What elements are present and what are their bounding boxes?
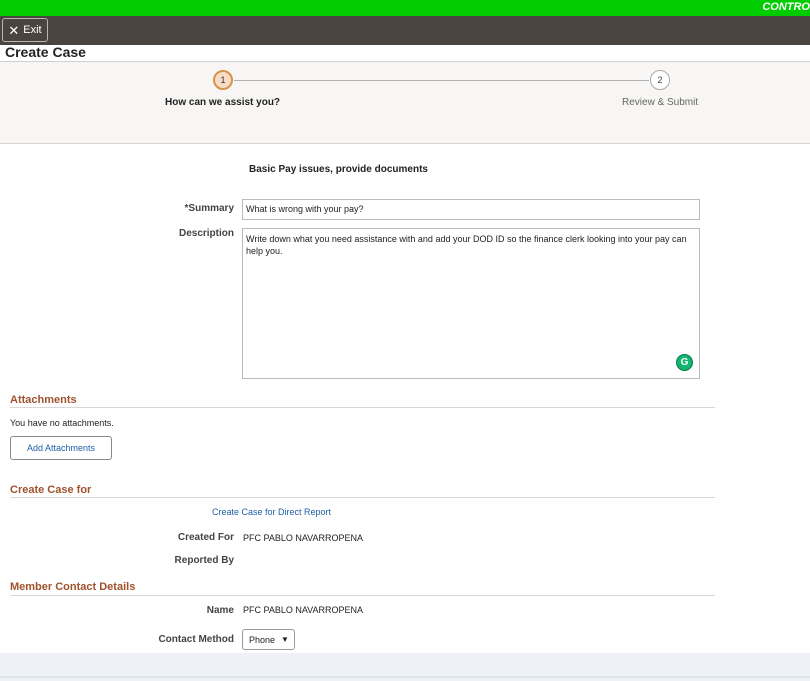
name-label: Name bbox=[206, 605, 234, 616]
step-1-label: How can we assist you? bbox=[165, 97, 281, 108]
step-2-label: Review & Submit bbox=[622, 97, 699, 108]
attachments-title: Attachments bbox=[10, 394, 77, 406]
contact-method-select[interactable]: Phone ▼ bbox=[242, 629, 295, 650]
exit-button[interactable]: ✕ Exit bbox=[2, 18, 48, 42]
close-icon: ✕ bbox=[8, 22, 20, 38]
exit-label: Exit bbox=[23, 24, 42, 36]
brand-text: CONTRO bbox=[762, 1, 810, 13]
created-for-label: Created For bbox=[177, 532, 234, 543]
summary-input[interactable]: What is wrong with your pay? bbox=[242, 199, 700, 220]
contact-method-label: Contact Method bbox=[158, 634, 234, 645]
step-1-circle[interactable]: 1 bbox=[213, 70, 233, 90]
name-value: PFC PABLO NAVARROPENA bbox=[243, 605, 364, 615]
step-2-circle[interactable]: 2 bbox=[650, 70, 670, 90]
no-attachments-text: You have no attachments. bbox=[10, 418, 114, 428]
create-case-for-divider bbox=[10, 497, 715, 498]
reported-by-label: Reported By bbox=[174, 555, 234, 566]
step-progress: 1 2 How can we assist you? Review & Subm… bbox=[0, 62, 810, 144]
member-contact-title: Member Contact Details bbox=[10, 581, 136, 593]
case-type-heading: Basic Pay issues, provide documents bbox=[249, 164, 428, 175]
member-contact-divider bbox=[10, 595, 715, 596]
attachments-divider bbox=[10, 407, 715, 408]
description-label: Description bbox=[178, 228, 234, 239]
footer-divider bbox=[0, 676, 810, 678]
chevron-down-icon: ▼ bbox=[281, 635, 289, 644]
summary-label: *Summary bbox=[184, 203, 234, 214]
direct-report-link[interactable]: Create Case for Direct Report bbox=[212, 507, 331, 517]
step-connector bbox=[234, 80, 649, 81]
top-status-bar: CONTRO bbox=[0, 0, 810, 16]
title-bar: Create Case bbox=[0, 44, 810, 62]
page-title: Create Case bbox=[5, 44, 86, 60]
description-textarea[interactable]: Write down what you need assistance with… bbox=[242, 228, 700, 379]
grammarly-icon[interactable]: G bbox=[676, 354, 693, 371]
created-for-value: PFC PABLO NAVARROPENA bbox=[243, 533, 364, 543]
create-case-for-title: Create Case for bbox=[10, 484, 92, 496]
add-attachments-button[interactable]: Add Attachments bbox=[10, 436, 112, 460]
contact-method-value: Phone bbox=[249, 634, 276, 645]
nav-bar: ✕ Exit bbox=[0, 16, 810, 45]
